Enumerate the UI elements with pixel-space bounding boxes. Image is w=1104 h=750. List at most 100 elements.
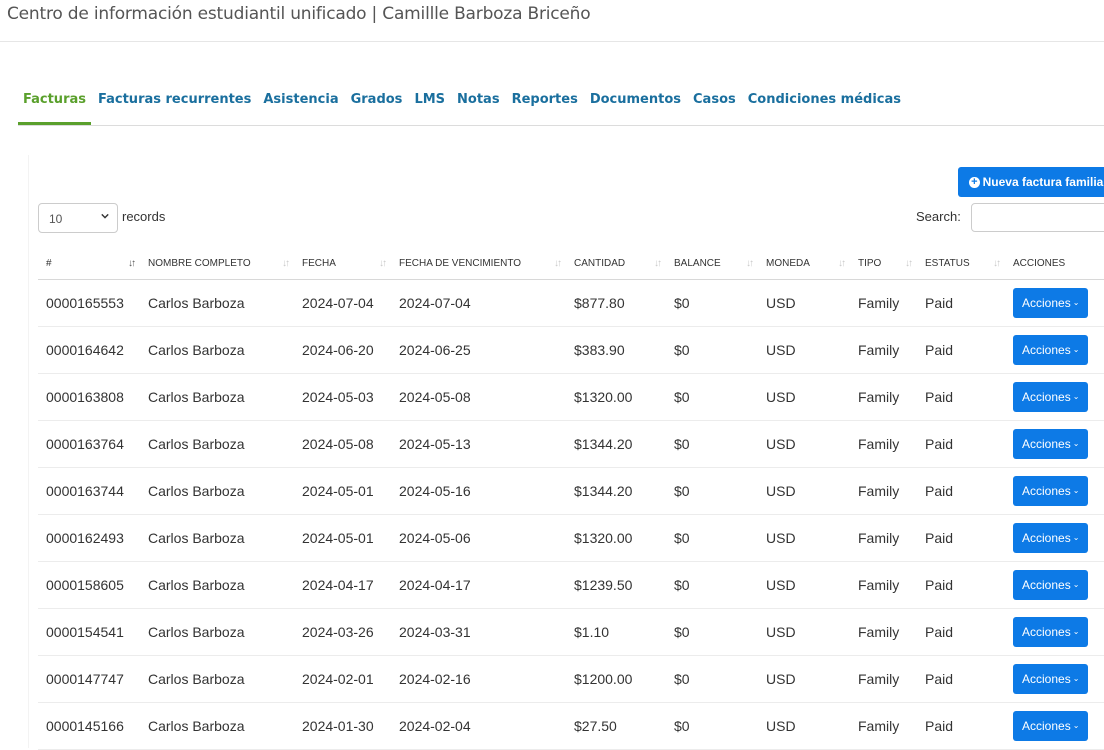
actions-button[interactable]: Acciones ⌄ bbox=[1013, 428, 1089, 459]
actions-button[interactable]: Acciones ⌄ bbox=[1013, 569, 1089, 600]
actions-cell: Acciones ⌄ bbox=[1005, 514, 1104, 562]
actions-button[interactable]: Acciones ⌄ bbox=[1013, 381, 1089, 412]
actions-button[interactable]: Acciones ⌄ bbox=[1013, 475, 1089, 506]
sort-icon: ↓↑ bbox=[993, 258, 1001, 269]
column-header[interactable]: NOMBRE COMPLETO ↓↑ bbox=[140, 248, 294, 280]
tab-facturas-recurrentes[interactable]: Facturas recurrentes bbox=[98, 78, 251, 125]
invoices-table: # ↓↑ NOMBRE COMPLETO ↓↑ FECHA ↓↑ FECHA DE VENC… bbox=[38, 248, 1104, 750]
table-cell: 2024-05-08 bbox=[294, 420, 391, 468]
column-header[interactable]: FECHA DE VENCIMIENTO ↓↑ bbox=[391, 248, 566, 280]
tab-grados[interactable]: Grados bbox=[351, 78, 403, 125]
table-cell: USD bbox=[758, 279, 850, 327]
tab-lms[interactable]: LMS bbox=[414, 78, 445, 125]
actions-button-label: Acciones bbox=[1022, 342, 1071, 357]
column-header-label: FECHA DE VENCIMIENTO bbox=[399, 257, 522, 269]
tab-asistencia[interactable]: Asistencia bbox=[263, 78, 338, 125]
search-input[interactable] bbox=[971, 203, 1104, 232]
table-cell: $27.50 bbox=[566, 702, 666, 750]
column-header[interactable]: CANTIDAD ↓↑ bbox=[566, 248, 666, 280]
column-header[interactable]: ESTATUS ↓↑ bbox=[917, 248, 1005, 280]
table-cell: 0000163744 bbox=[38, 467, 140, 515]
column-header[interactable]: # ↓↑ bbox=[38, 248, 140, 280]
table-row: 0000163808 Carlos Barboza 2024-05-03 2024-0… bbox=[38, 373, 1104, 421]
table-cell: Carlos Barboza bbox=[140, 279, 294, 327]
table-cell: 0000145166 bbox=[38, 702, 140, 750]
table-cell: Carlos Barboza bbox=[140, 373, 294, 421]
actions-button-label: Acciones bbox=[1022, 577, 1071, 592]
actions-button[interactable]: Acciones ⌄ bbox=[1013, 522, 1089, 553]
actions-button-label: Acciones bbox=[1022, 624, 1071, 639]
actions-button[interactable]: Acciones ⌄ bbox=[1013, 287, 1089, 318]
tab-notas[interactable]: Notas bbox=[457, 78, 500, 125]
page-length-select[interactable]: 10 bbox=[38, 203, 118, 233]
chevron-down-icon: ⌄ bbox=[1072, 580, 1080, 589]
table-cell: $0 bbox=[666, 420, 758, 468]
actions-button[interactable]: Acciones ⌄ bbox=[1013, 663, 1089, 694]
actions-button-label: Acciones bbox=[1022, 483, 1071, 498]
table-cell: $0 bbox=[666, 561, 758, 609]
tab-condiciones-m-dicas[interactable]: Condiciones médicas bbox=[748, 78, 901, 125]
table-cell: Paid bbox=[917, 373, 1005, 421]
table-cell: Carlos Barboza bbox=[140, 655, 294, 703]
table-cell: 2024-06-20 bbox=[294, 326, 391, 374]
table-cell: 2024-05-06 bbox=[391, 514, 566, 562]
actions-button-label: Acciones bbox=[1022, 295, 1071, 310]
tab-facturas[interactable]: Facturas bbox=[18, 78, 91, 125]
actions-button[interactable]: Acciones ⌄ bbox=[1013, 710, 1089, 741]
table-cell: 2024-03-26 bbox=[294, 608, 391, 656]
chevron-down-icon: ⌄ bbox=[1072, 439, 1080, 448]
tab-reportes[interactable]: Reportes bbox=[512, 78, 578, 125]
table-cell: USD bbox=[758, 326, 850, 374]
column-header[interactable]: BALANCE ↓↑ bbox=[666, 248, 758, 280]
table-cell: Family bbox=[850, 655, 917, 703]
table-cell: USD bbox=[758, 655, 850, 703]
table-cell: 2024-01-30 bbox=[294, 702, 391, 750]
chevron-down-icon: ⌄ bbox=[1072, 627, 1080, 636]
actions-cell: Acciones ⌄ bbox=[1005, 561, 1104, 609]
table-cell: $0 bbox=[666, 702, 758, 750]
table-row: 0000163744 Carlos Barboza 2024-05-01 2024-0… bbox=[38, 467, 1104, 515]
page-header: Centro de información estudiantil unific… bbox=[0, 0, 1104, 42]
tab-casos[interactable]: Casos bbox=[693, 78, 736, 125]
table-cell: Paid bbox=[917, 420, 1005, 468]
column-header[interactable]: TIPO ↓↑ bbox=[850, 248, 917, 280]
table-cell: 2024-04-17 bbox=[391, 561, 566, 609]
column-header-label: FECHA bbox=[302, 257, 336, 269]
column-header-label: BALANCE bbox=[674, 257, 721, 269]
table-cell: Carlos Barboza bbox=[140, 326, 294, 374]
tab-documentos[interactable]: Documentos bbox=[590, 78, 681, 125]
column-header[interactable]: MONEDA ↓↑ bbox=[758, 248, 850, 280]
actions-button[interactable]: Acciones ⌄ bbox=[1013, 334, 1089, 365]
table-cell: $1320.00 bbox=[566, 373, 666, 421]
table-cell: Family bbox=[850, 514, 917, 562]
actions-button[interactable]: Acciones ⌄ bbox=[1013, 616, 1089, 647]
table-cell: 2024-04-17 bbox=[294, 561, 391, 609]
sort-icon: ↓↑ bbox=[654, 258, 662, 269]
table-cell: $1239.50 bbox=[566, 561, 666, 609]
table-cell: Carlos Barboza bbox=[140, 702, 294, 750]
table-cell: 0000147747 bbox=[38, 655, 140, 703]
table-cell: 2024-05-08 bbox=[391, 373, 566, 421]
column-header: ACCIONES bbox=[1005, 248, 1104, 280]
table-cell: $1344.20 bbox=[566, 467, 666, 515]
table-cell: 0000165553 bbox=[38, 279, 140, 327]
sort-icon: ↓↑ bbox=[554, 258, 562, 269]
table-cell: 0000154541 bbox=[38, 608, 140, 656]
sort-icon: ↓↑ bbox=[746, 258, 754, 269]
chevron-down-icon: ⌄ bbox=[1072, 721, 1080, 730]
table-row: 0000164642 Carlos Barboza 2024-06-20 2024-0… bbox=[38, 326, 1104, 374]
table-cell: 2024-06-25 bbox=[391, 326, 566, 374]
table-cell: Family bbox=[850, 279, 917, 327]
table-cell: $383.90 bbox=[566, 326, 666, 374]
new-family-invoice-button[interactable]: + Nueva factura familiar bbox=[958, 167, 1104, 197]
column-header[interactable]: FECHA ↓↑ bbox=[294, 248, 391, 280]
actions-cell: Acciones ⌄ bbox=[1005, 467, 1104, 515]
table-cell: Family bbox=[850, 608, 917, 656]
table-cell: Paid bbox=[917, 514, 1005, 562]
tab-bar: Facturas Facturas recurrentes Asistencia Gr… bbox=[18, 78, 1104, 126]
actions-cell: Acciones ⌄ bbox=[1005, 655, 1104, 703]
table-cell: 0000163808 bbox=[38, 373, 140, 421]
sort-icon: ↓↑ bbox=[282, 258, 290, 269]
plus-circle-icon: + bbox=[969, 176, 980, 188]
table-cell: 2024-02-01 bbox=[294, 655, 391, 703]
